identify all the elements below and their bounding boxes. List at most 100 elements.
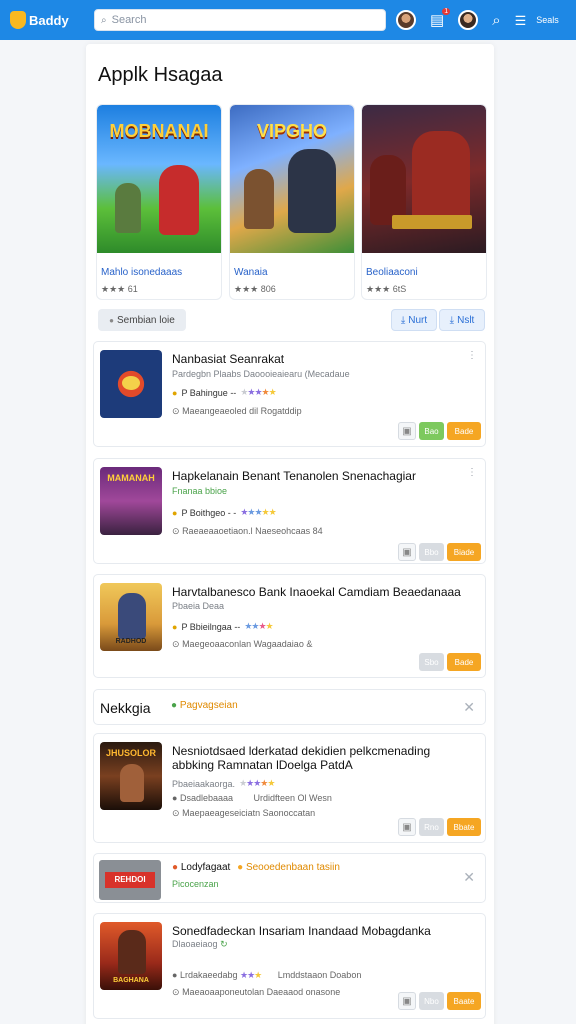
promo-title-row: ● Lodyfagaat ● Seooedenbaan tasiin	[172, 862, 340, 873]
character-figure	[118, 593, 146, 639]
character-figure	[120, 764, 144, 802]
thumbnail-text: JHUSOLOR	[105, 748, 156, 758]
app-name: Baddy	[29, 12, 69, 28]
bookmark-icon[interactable]: ▣	[398, 992, 416, 1010]
thumbnail-text: RADHOD	[115, 638, 147, 645]
secondary-avatar[interactable]	[458, 10, 479, 30]
sort-label-a: Nurt	[408, 314, 428, 326]
promo-title[interactable]: Lodyfagaat	[181, 862, 231, 873]
list-item[interactable]: JHUSOLOR Nesniotdsaed lderkatad dekidien…	[93, 733, 486, 843]
sort-label-b: Nslt	[457, 314, 475, 326]
promo-subtitle: Picocenzan	[172, 879, 219, 889]
notifications-icon[interactable]: ▤ 1	[430, 7, 451, 28]
sort-button-b[interactable]: ⤓ Nslt	[439, 309, 485, 331]
subtitle-text: Dlaoaeiaog	[172, 939, 218, 949]
featured-name[interactable]: Wanaia	[234, 267, 354, 278]
filter-label: Sembian loie	[117, 314, 175, 326]
bookmark-icon[interactable]: ▣	[398, 818, 416, 836]
rating-stars: ★★★★★	[239, 778, 275, 788]
item-actions: ▣ Rno Bbate	[398, 818, 481, 836]
section-tag[interactable]: ● Pagvagseian	[171, 700, 238, 711]
action-button-2[interactable]: Bbate	[447, 818, 481, 836]
meta-text: Raeaeaaoetiaon.l Naeseohcaas 84	[182, 526, 323, 536]
meta-text: Maeangeaeoled dil Rogatddip	[182, 406, 302, 416]
close-icon[interactable]: ✕	[463, 699, 475, 716]
item-detail: ● Lrdakaeedabg ★★★ Lmddstaaon Doabon	[172, 970, 361, 981]
item-title[interactable]: Nanbasiat Seanrakat	[172, 352, 472, 366]
art-banner	[392, 215, 472, 229]
sort-icon: ⤓	[449, 314, 455, 326]
item-rating: ● P Bbieilngaa -- ★★★★	[172, 621, 274, 632]
item-subtitle: Dlaoaeiaog ↻	[172, 939, 228, 950]
bookmark-icon[interactable]: ▣	[398, 543, 416, 561]
action-button-1[interactable]: Nbo	[419, 992, 444, 1010]
promo-tag: Seooedenbaan tasiin	[245, 862, 340, 873]
rating-text: P Bbieilngaa --	[181, 621, 241, 632]
section-tag-label: Pagvagseian	[179, 700, 238, 711]
header-right-label[interactable]: Seals	[536, 15, 559, 25]
promo-thumbnail: REHDOI	[99, 860, 161, 900]
action-button-1[interactable]: Rno	[419, 818, 444, 836]
featured-card-1[interactable]: MOBNANAI Mahlo isonedaaas ★★★ 61	[96, 104, 222, 300]
list-item[interactable]: Nanbasiat Seanrakat Pardegbn Plaabs Daoo…	[93, 341, 486, 447]
promo-item[interactable]: REHDOI ● Lodyfagaat ● Seooedenbaan tasii…	[93, 853, 486, 903]
top-bar: Baddy ⌕ ▤1 ⌕ ☰ Seals	[0, 0, 576, 40]
user-icon: ●	[172, 793, 178, 803]
rating-stars: ★★★★★	[240, 507, 276, 517]
list-item[interactable]: RADHOD Harvtalbanesco Bank Inaoekal Camd…	[93, 574, 486, 678]
user-avatar[interactable]	[396, 10, 416, 30]
more-options-icon[interactable]: ⋮	[467, 467, 477, 478]
action-button-1[interactable]: Bao	[419, 422, 444, 440]
info-icon: ⊙	[172, 987, 180, 997]
search-icon: ⌕	[101, 14, 107, 26]
rating-text: P Bahingue --	[181, 387, 237, 398]
list-item[interactable]: BAGHANA Sonedfadeckan Insariam Inandaad …	[93, 913, 486, 1019]
tag-icon: ●	[171, 700, 178, 711]
search-icon[interactable]: ⌕	[492, 13, 500, 28]
close-icon[interactable]: ✕	[463, 869, 475, 886]
meta-text: Maepaeageseiciatn Saonoccatan	[182, 808, 316, 818]
item-title[interactable]: Harvtalbanesco Bank Inaoekal Camdiam Bea…	[172, 585, 472, 599]
item-actions: ▣ Bbo Biade	[398, 543, 481, 561]
item-title[interactable]: Hapkelanain Benant Tenanolen Snenachagia…	[172, 469, 472, 483]
item-actions: ▣ Bao Bade	[398, 422, 481, 440]
promo-art-text: REHDOI	[105, 872, 155, 888]
featured-name[interactable]: Mahlo isonedaaas	[101, 267, 221, 278]
sort-button-a[interactable]: ⤓ Nurt	[391, 309, 437, 331]
filter-chip[interactable]: ● Sembian loie	[98, 309, 186, 331]
coin-icon: ●	[172, 621, 178, 632]
game-thumbnail	[100, 350, 162, 418]
action-button-1[interactable]: Bbo	[419, 543, 444, 561]
list-item[interactable]: MAMANAH Hapkelanain Benant Tenanolen Sne…	[93, 458, 486, 564]
rating-text: P Boithgeo - -	[181, 507, 237, 518]
featured-artwork: VIPGHO	[230, 105, 354, 253]
featured-card-3[interactable]: Beoliaaconi ★★★ 6tS	[361, 104, 487, 300]
section-title: Nekkgia	[100, 700, 151, 716]
more-options-icon[interactable]: ⋮	[467, 350, 477, 361]
filter-icon: ●	[109, 315, 115, 325]
refresh-icon: ↻	[220, 939, 228, 949]
item-title[interactable]: Sonedfadeckan Insariam Inandaad Mobagdan…	[172, 924, 472, 938]
info-icon: ⊙	[172, 808, 180, 818]
user-icon: ●	[172, 970, 178, 980]
info-icon: ⊙	[172, 406, 180, 416]
item-meta: ⊙ Maegeoaaconlan Wagaadaiao &	[172, 639, 312, 650]
search-input[interactable]	[111, 14, 352, 26]
info-icon: ⊙	[172, 639, 180, 649]
featured-name[interactable]: Beoliaaconi	[366, 267, 486, 278]
featured-card-2[interactable]: VIPGHO Wanaia ★★★ 806	[229, 104, 355, 300]
app-logo[interactable]: Baddy	[10, 11, 92, 29]
action-button-2[interactable]: Bade	[447, 653, 481, 671]
featured-art-text: MOBNANAI	[109, 121, 209, 141]
info-icon: ⊙	[172, 526, 180, 536]
game-thumbnail: BAGHANA	[100, 922, 162, 990]
detail-text: Dsadlebaaaa	[179, 793, 233, 803]
bookmark-icon[interactable]: ▣	[398, 422, 416, 440]
search-box[interactable]: ⌕	[94, 9, 386, 31]
item-title[interactable]: Nesniotdsaed lderkatad dekidien pelkcmen…	[172, 744, 472, 772]
action-button-1[interactable]: Sbo	[419, 653, 444, 671]
action-button-2[interactable]: Biade	[447, 543, 481, 561]
action-button-2[interactable]: Bade	[447, 422, 481, 440]
menu-icon[interactable]: ☰	[515, 14, 527, 27]
action-button-2[interactable]: Baate	[447, 992, 481, 1010]
